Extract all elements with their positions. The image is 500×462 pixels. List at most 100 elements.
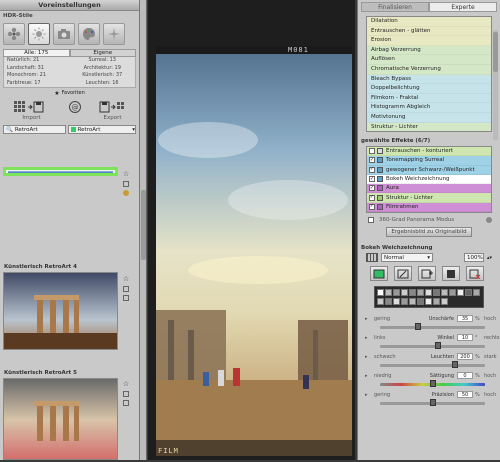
favorite-star-icon-3[interactable]: ☆ (123, 380, 129, 388)
slider-track[interactable] (380, 345, 485, 349)
edit-icon-1[interactable] (123, 181, 129, 187)
slider-saturation[interactable]: ▸ niedrig Sättigung 0 % hoch (362, 371, 496, 390)
filter-tab-all[interactable]: Alle: 175 (3, 49, 70, 57)
effect-item-5[interactable]: Chromatische Verzerrung (367, 64, 491, 75)
bokeh-shape-strip[interactable] (374, 286, 484, 309)
favorite-star-icon-2[interactable]: ☆ (123, 275, 129, 283)
search-input[interactable]: 🔍 RetroArt (3, 125, 66, 134)
effect-item-7[interactable]: Doppelbelichtung (367, 84, 491, 94)
export-icon[interactable] (99, 99, 127, 114)
count-natural[interactable]: Natürlich: 21 (4, 57, 70, 65)
opacity-stepper-icon[interactable]: ▴▾ (487, 255, 492, 261)
presets-scrollbar[interactable] (140, 0, 147, 460)
invert-mask-icon[interactable] (442, 266, 460, 282)
effect-item-4[interactable]: Auflösen (367, 55, 491, 65)
selected-effect-5[interactable]: ✓ Struktur - Lichter (367, 193, 491, 203)
delete-icon-3[interactable] (123, 400, 129, 406)
tab-expert[interactable]: Experte (429, 2, 497, 12)
shape-swatch[interactable] (441, 297, 448, 305)
apply-to-original-button[interactable]: Ergebnisbild zu Originalbild (386, 227, 472, 238)
slider-blur[interactable]: ▸ gering Unschärfe 35 % hoch (362, 314, 496, 333)
shape-swatch[interactable] (441, 289, 448, 297)
export-label[interactable]: Export (103, 115, 121, 121)
effect-item-2[interactable]: Erosion (367, 36, 491, 46)
blend-mode-select[interactable]: Normal ▾ (381, 253, 433, 263)
slider-value-input[interactable]: 35 (457, 315, 473, 323)
edit-icon-2[interactable] (123, 286, 129, 292)
effect-item-8[interactable]: Filmkorn - Fraktal (367, 93, 491, 104)
checkbox-4[interactable]: ✓ (369, 185, 375, 192)
shape-swatch[interactable] (433, 289, 440, 297)
preset-card-3[interactable]: Künstlerisch RetroArt 5 (3, 368, 118, 460)
camera-icon[interactable] (53, 23, 75, 45)
effects-scroll-thumb[interactable] (493, 32, 498, 72)
slider-knob[interactable] (415, 323, 421, 331)
grid-icon[interactable] (366, 253, 378, 263)
favorite-star-icon-1[interactable]: ☆ (123, 170, 129, 178)
checkbox-1[interactable]: ✓ (369, 157, 375, 164)
slider-precision[interactable]: ▸ gering Präzision 50 % hoch (362, 390, 496, 409)
shape-swatch[interactable] (433, 297, 440, 305)
shape-swatch[interactable] (417, 289, 424, 297)
selected-effect-2[interactable]: ✓ gewogener Schwarz-/Weißpunkt (367, 165, 491, 175)
selected-effect-6[interactable]: ✓ Filmrahmen (367, 202, 491, 213)
slider-knob[interactable] (452, 361, 458, 369)
opacity-input[interactable]: 100% (463, 253, 484, 263)
effects-scrollbar[interactable] (493, 30, 498, 140)
info-icon[interactable] (486, 217, 492, 224)
image-preview[interactable]: M081 FILM (148, 0, 355, 460)
slider-glow[interactable]: ▸ schwach Leuchten 200 % stark (362, 352, 497, 371)
import-label[interactable]: Import (22, 115, 40, 121)
panorama-checkbox[interactable] (368, 217, 374, 224)
tab-finalize[interactable]: Finalisieren (361, 2, 429, 12)
count-color-true[interactable]: Farbtreue: 17 (4, 80, 70, 88)
preset-thumbnail-1[interactable] (3, 167, 118, 176)
effect-item-1[interactable]: Entrauschen - glätten (367, 26, 491, 37)
preset-card-2[interactable]: Künstlerisch RetroArt 4 (3, 262, 118, 350)
reset-arrow-icon[interactable]: ▸ (365, 354, 368, 360)
effect-item-0[interactable]: Dilatation (367, 17, 491, 27)
effect-item-10[interactable]: Motivtonung (367, 112, 491, 123)
shape-swatch[interactable] (377, 297, 384, 305)
slider-value-input[interactable]: 0 (457, 372, 473, 380)
panorama-mode-toggle[interactable]: 360-Grad Panorama Modus (366, 217, 492, 224)
preset-thumbnail-2[interactable] (3, 272, 118, 350)
fan-icon[interactable] (3, 23, 25, 45)
add-mask-icon[interactable] (418, 266, 436, 282)
shape-swatch[interactable] (385, 297, 392, 305)
slider-angle[interactable]: ▸ links Winkel 10 ° rechts (362, 333, 500, 352)
reset-arrow-icon[interactable]: ▸ (365, 335, 368, 341)
shape-swatch[interactable] (425, 297, 432, 305)
checkbox-6[interactable]: ✓ (369, 203, 375, 210)
delete-mask-icon[interactable] (466, 266, 484, 282)
shape-swatch[interactable] (473, 289, 480, 297)
shape-swatch[interactable] (465, 289, 472, 297)
shape-swatch[interactable] (409, 297, 416, 305)
reset-arrow-icon[interactable]: ▸ (365, 373, 368, 379)
effect-item-6[interactable]: Bleach Bypass (367, 74, 491, 85)
mask-tool-icon[interactable] (370, 266, 388, 282)
count-architecture[interactable]: Architektur: 19 (70, 65, 136, 73)
checkbox-3[interactable]: ✓ (369, 176, 375, 183)
selected-effect-1[interactable]: ✓ Tonemapping Surreal (367, 156, 491, 166)
shape-swatch[interactable] (393, 297, 400, 305)
count-glow[interactable]: Leuchten: 16 (70, 80, 136, 88)
brush-tool-icon[interactable] (394, 266, 412, 282)
palette-icon[interactable] (78, 23, 100, 45)
slider-value-input[interactable]: 10 (457, 334, 473, 342)
effect-item-9[interactable]: Histogramm Abgleich (367, 103, 491, 113)
shape-swatch[interactable] (393, 289, 400, 297)
selected-effect-3[interactable]: ✓ Bokeh Weichzeichnung (367, 174, 491, 185)
share-icon[interactable]: @ (68, 99, 82, 114)
category-filter[interactable]: RetroArt ▾ (67, 125, 136, 134)
slider-value-input[interactable]: 200 (457, 353, 473, 361)
import-icon[interactable] (13, 99, 51, 114)
favorites-toggle[interactable]: ★ Favoriten (0, 89, 139, 97)
checkbox-0[interactable] (369, 148, 375, 155)
count-monochrome[interactable]: Monochrom: 21 (4, 72, 70, 80)
edit-icon-3[interactable] (123, 391, 129, 397)
reset-arrow-icon[interactable]: ▸ (365, 392, 368, 398)
shape-swatch[interactable] (449, 289, 456, 297)
preset-thumbnail-3[interactable] (3, 378, 118, 460)
star-icon[interactable] (103, 23, 125, 45)
